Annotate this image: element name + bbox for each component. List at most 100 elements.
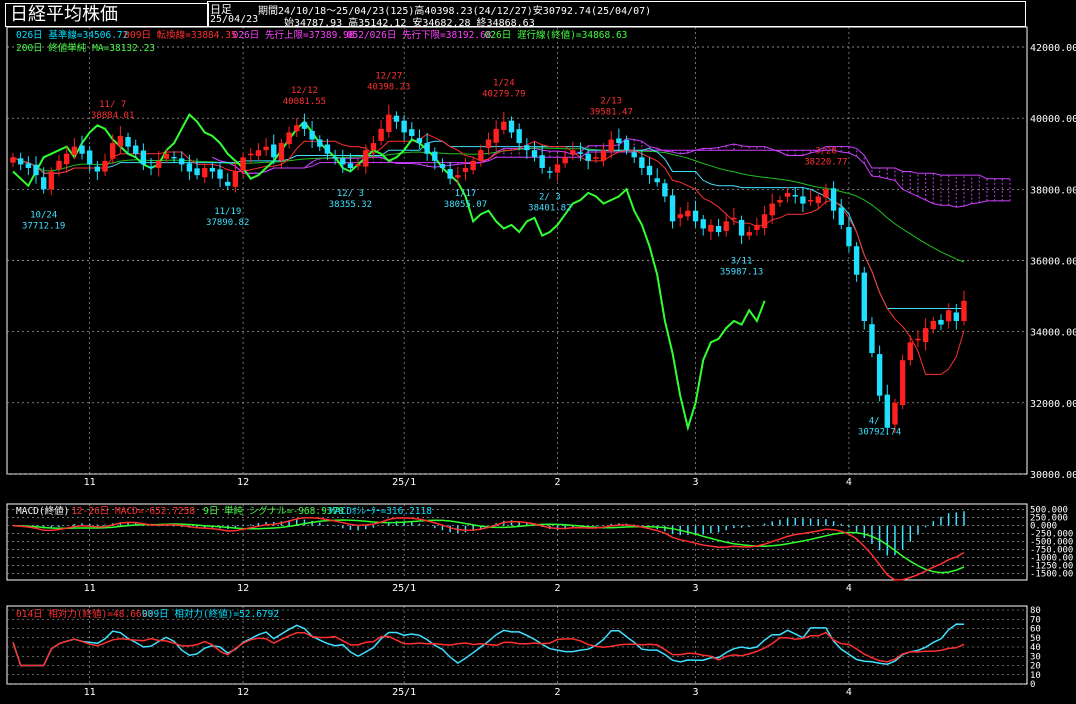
candle-body (700, 219, 706, 229)
candle-body (125, 137, 131, 147)
candle-body (570, 150, 576, 155)
price-tick-label: 32000.00 (1030, 399, 1076, 410)
annotation-date: 1/17 (455, 189, 477, 199)
annotation-value: 38220.77 (804, 157, 847, 167)
candle-body (524, 145, 530, 151)
candle-body (110, 143, 116, 159)
candle-body (838, 207, 844, 225)
candle-body (516, 129, 522, 144)
candle-body (585, 153, 591, 161)
candle-body (363, 150, 369, 167)
candle-body (876, 354, 883, 396)
candle-body (64, 153, 70, 165)
candle-body (485, 139, 492, 149)
candle-body (179, 158, 185, 165)
annotation-value: 40279.79 (482, 90, 525, 100)
candle-body (478, 150, 484, 161)
legend-item: 200日 終値単純 MA=38132.23 (16, 42, 155, 54)
candle-body (202, 167, 208, 178)
candle-body (470, 160, 476, 171)
candle-body (853, 246, 860, 275)
candle-body (915, 338, 921, 341)
candle-body (938, 319, 944, 325)
annotation-date: 3/28 (815, 146, 837, 156)
x-tick-label: 11 (84, 583, 96, 594)
annotation-value: 38055.07 (444, 200, 487, 210)
annotation-date: 2/ 3 (539, 193, 561, 203)
candle-body (892, 402, 898, 425)
annotation-value: 37712.19 (22, 221, 65, 231)
candle-body (56, 160, 62, 170)
x-tick-label: 25/1 (392, 687, 416, 698)
candle-body (623, 139, 630, 151)
candle-body (907, 342, 913, 361)
candle-body (715, 225, 722, 233)
candle-body (953, 312, 959, 321)
candle-body (140, 150, 147, 165)
candle-body (692, 210, 699, 222)
x-tick-label: 11 (84, 687, 96, 698)
candle-body (738, 219, 745, 236)
candle-body (823, 189, 829, 198)
x-tick-label: 2 (554, 477, 560, 488)
macd-legend-item: 9日 単純 シグナル=-968.9378 (203, 505, 344, 517)
legend-item: 026日 遅行線(終値)=34868.63 (485, 29, 628, 41)
x-tick-label: 4 (846, 477, 852, 488)
annotation-value: 35987.13 (720, 268, 763, 278)
candle-body (240, 157, 246, 171)
candle-body (332, 156, 338, 159)
x-tick-label: 25/1 (392, 583, 416, 594)
annotation-date: 3/11 (731, 257, 753, 267)
candle-body (409, 129, 415, 136)
candle-body (547, 171, 553, 173)
macd-legend-item: MACDｵｼﾚｰﾀｰ=316.2118 (329, 506, 432, 517)
price-tick-label: 38000.00 (1030, 185, 1076, 196)
candle-body (593, 157, 599, 159)
candle-body (708, 224, 714, 232)
candle-body (386, 114, 392, 133)
candle-body (800, 196, 806, 204)
candle-body (554, 164, 561, 173)
x-tick-label: 12 (237, 583, 249, 594)
candle-body (677, 214, 683, 219)
legend-item: 052/026日 先行下限=38192.68 (347, 29, 492, 41)
candle-body (945, 310, 952, 322)
legend-item: 026日 先行上限=37389.98 (233, 29, 355, 41)
candle-body (309, 130, 315, 140)
candle-body (562, 157, 568, 164)
candle-body (455, 175, 461, 178)
candle-body (731, 217, 737, 220)
candle-body (401, 120, 407, 133)
candle-body (577, 152, 584, 154)
candle-body (10, 157, 16, 163)
candle-body (278, 143, 285, 161)
legend-item: 026日 基準線=34506.72 (16, 29, 128, 41)
x-tick-label: 3 (693, 477, 699, 488)
candle-body (294, 125, 300, 132)
candle-body (746, 232, 752, 236)
annotation-value: 38401.82 (528, 204, 571, 214)
annotation-date: 11/19 (214, 207, 241, 217)
tenkan-line (12, 133, 965, 375)
candle-body (355, 164, 361, 166)
candle-body (194, 168, 200, 176)
candle-body (271, 144, 277, 158)
annotation-value: 40398.23 (367, 83, 410, 93)
candle-body (493, 128, 499, 143)
candle-body (347, 163, 354, 168)
price-tick-label: 42000.00 (1030, 43, 1076, 54)
candle-body (71, 146, 78, 155)
x-tick-label: 2 (554, 583, 560, 594)
x-tick-label: 12 (237, 477, 249, 488)
candle-body (432, 151, 438, 161)
candle-body (792, 195, 798, 197)
candle-body (807, 200, 814, 202)
candle-body (133, 145, 139, 154)
candle-body (662, 183, 668, 197)
candle-body (447, 169, 453, 179)
candle-body (378, 128, 384, 141)
candle-body (685, 210, 691, 217)
annotation-value: 39581.47 (590, 108, 633, 118)
candle-body (79, 145, 85, 154)
candle-body (777, 200, 783, 203)
